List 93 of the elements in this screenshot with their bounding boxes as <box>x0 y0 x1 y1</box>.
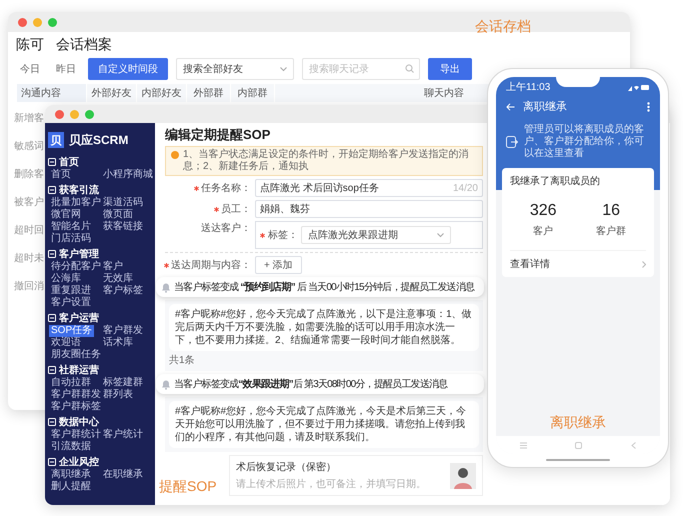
nav-item[interactable]: 客户统计 <box>101 429 145 441</box>
nav-item[interactable]: 智能名片 <box>49 221 93 233</box>
column-header: 聊天内容 <box>274 84 468 102</box>
field-label: 送达客户： <box>201 222 251 235</box>
stat-value: 326 <box>530 202 557 220</box>
owner-name: 陈可 <box>16 36 44 54</box>
nav-section-title: 首页 <box>59 156 79 168</box>
nav-item[interactable]: 话术库 <box>101 337 135 349</box>
caption-text: 离职继承 <box>549 414 607 432</box>
nav-item[interactable]: 渠道活码 <box>101 197 145 209</box>
nav-section-title: 社群运营 <box>59 364 99 376</box>
nav-item[interactable]: 客户标签 <box>101 285 145 297</box>
caption-text: 会话存档 <box>475 18 531 36</box>
page-heading: 编辑定期提醒SOP <box>165 126 272 143</box>
date-filter-tab[interactable]: 自定义时间段 <box>88 58 168 80</box>
nav-item[interactable]: 引流数据 <box>49 441 93 453</box>
item-count: 共1条 <box>169 354 196 367</box>
nav-item[interactable]: 无效库 <box>101 273 135 285</box>
status-time: 上午11:03 <box>506 80 550 94</box>
category-label: 超时未 <box>14 252 44 266</box>
category-label: 删除客 <box>14 168 44 182</box>
stat-label: 客户 <box>533 224 554 238</box>
detail-link[interactable]: 查看详情 <box>510 257 550 271</box>
nav-item[interactable]: 门店活码 <box>49 233 93 245</box>
card-title: 我继承了离职成员的 <box>510 174 601 188</box>
category-label: 敏感词 <box>14 140 44 154</box>
brand-name: 贝应SCRM <box>69 132 128 148</box>
nav-item[interactable]: 客户群标签 <box>49 401 103 413</box>
category-label: 新增客 <box>14 112 44 126</box>
text-field[interactable]: 点阵激光 术后回访sop任务 14/20 <box>255 179 483 197</box>
nav-item[interactable]: 微官网 <box>49 209 83 221</box>
nav-item[interactable]: 重复跟进 <box>49 285 93 297</box>
date-filter-tab[interactable]: 昨日 <box>52 58 80 80</box>
nav-item[interactable]: SOP任务 <box>49 325 94 337</box>
nav-item[interactable]: 首页 <box>49 169 73 181</box>
nav-item[interactable]: 待分配客户 <box>49 261 103 273</box>
stat-label: 客户群 <box>596 224 626 238</box>
column-header: 内部群 <box>230 84 274 102</box>
column-header: 内部好友 <box>136 84 186 102</box>
field-label: 送达周期与内容： <box>171 258 251 272</box>
field-label: 任务名称： <box>201 182 251 195</box>
nav-item[interactable]: 客户 <box>101 261 125 273</box>
search-field[interactable]: 搜索聊天记录 <box>302 58 420 80</box>
notice-text: 1、当客户状态满足设定的条件时，开始定期给客户发送指定的消息；2、新建任务后，通知执 <box>183 149 470 173</box>
nav-section-title: 客户运营 <box>59 311 99 324</box>
rule-text: 当客户标签变成 “预约到店期” 后 当天00小时15分钟后，提醒员工发送消息 <box>174 280 474 294</box>
nav-item[interactable]: 客户群群发 <box>49 389 103 401</box>
form-card-hint: 请上传术后照片，也可备注，并填写日期。 <box>236 478 427 491</box>
nav-item[interactable]: 在职继承 <box>101 469 145 481</box>
nav-item[interactable]: 离职继承 <box>49 469 93 481</box>
tag-select[interactable]: 点阵激光效果跟进期 <box>301 226 451 244</box>
nav-item[interactable]: 微页面 <box>101 209 135 221</box>
nav-item[interactable]: 标签建群 <box>101 377 145 389</box>
nav-section-title: 企业风控 <box>59 456 99 468</box>
logo: 贝 <box>48 132 64 148</box>
rule-text: 当客户标签变成“效果跟进期”后 第3天08时00分，提醒员工发送消息 <box>174 378 448 391</box>
caption-text: 提醒SOP <box>159 478 218 496</box>
nav-item[interactable]: 获客链接 <box>101 221 145 233</box>
form-card-title: 术后恢复记录（保密） <box>236 460 337 474</box>
message-text: #客户昵称#您好，您今天完成了点阵激光，以下是注意事项：1、做完后两天内千万不要洗脸，如需要洗脸的话可以用手用凉水洗一下，也不要用力揉搓。2、结痂通常需要一段时间才能自然脱落。 <box>169 304 479 351</box>
add-button[interactable]: + 添加 <box>255 256 302 274</box>
nav-section-title: 获客引流 <box>59 183 99 196</box>
nav-item[interactable]: 自动拉群 <box>49 377 93 389</box>
nav-item[interactable]: 朋友圈任务 <box>49 349 103 361</box>
nav-section-title: 客户管理 <box>59 247 99 260</box>
stat-value: 16 <box>602 202 620 220</box>
page-title: 会话档案 <box>56 36 112 54</box>
nav-item[interactable]: 客户群发 <box>101 325 145 337</box>
nav-item[interactable]: 删人提醒 <box>49 481 93 493</box>
field-label: 员工： <box>221 203 251 216</box>
nav-item[interactable]: 群列表 <box>101 389 135 401</box>
nav-item[interactable]: 批量加客户 <box>49 197 103 209</box>
friend-select[interactable]: 搜索全部好友 <box>176 58 294 80</box>
text-field[interactable]: 娟娟、魏芬 <box>255 200 483 218</box>
nav-item[interactable]: 客户群统计 <box>49 429 103 441</box>
export-button[interactable]: 导出 <box>428 58 472 80</box>
date-filter-tab[interactable]: 今日 <box>16 58 44 80</box>
category-label: 超时回 <box>14 224 44 238</box>
category-label: 撤回消 <box>14 280 44 294</box>
column-header: 外部好友 <box>86 84 136 102</box>
nav-section-title: 数据中心 <box>59 415 99 428</box>
screen-title: 离职继承 <box>523 100 568 114</box>
char-counter: 14/20 <box>452 182 478 194</box>
category-label: 被客户 <box>14 196 44 210</box>
nav-item[interactable]: 小程序商城 <box>101 169 155 181</box>
column-header: 沟通内容 <box>16 84 86 102</box>
nav-item[interactable]: 欢迎语 <box>49 337 83 349</box>
nav-item[interactable]: 客户设置 <box>49 297 93 309</box>
field-label: 标签： <box>268 228 298 242</box>
message-text: #客户昵称#您好，您今天完成了点阵激光，今天是术后第三天，今天开始您可以用洗脸了，但不要过于用力揉搓哦。请您拍上传到我们的小程序，有其他问题，请及时联系我们。 <box>169 401 479 448</box>
column-header: 外部群 <box>186 84 230 102</box>
info-text: 管理员可以将离职成员的客户、客户群分配给你，你可以在这里查看 <box>524 124 645 160</box>
nav-item[interactable]: 公海库 <box>49 273 83 285</box>
